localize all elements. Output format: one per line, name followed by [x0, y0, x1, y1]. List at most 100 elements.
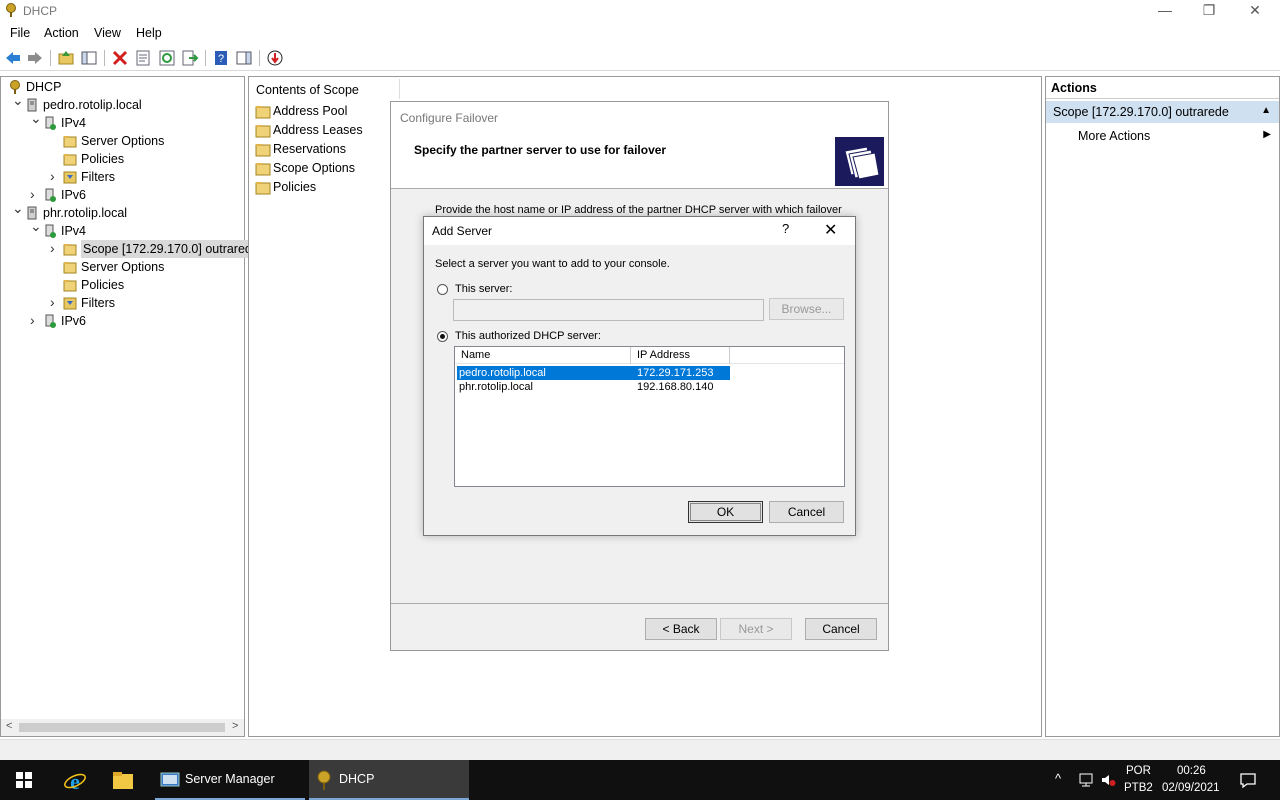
tree-item[interactable]: › IPv6 — [1, 186, 241, 204]
expand-chevron-icon[interactable]: › — [30, 185, 42, 203]
scope-content-item[interactable]: Address Leases — [255, 121, 395, 139]
scroll-left-icon[interactable]: < — [6, 720, 12, 732]
toolbar-separator — [104, 50, 105, 66]
tree-item-label: IPv4 — [61, 116, 87, 130]
back-arrow-icon[interactable] — [4, 49, 22, 67]
scroll-right-icon[interactable]: > — [232, 720, 238, 732]
column-name[interactable]: Name — [461, 349, 490, 361]
tree-item-label: Policies — [81, 152, 125, 166]
authorized-server-radio[interactable] — [437, 331, 448, 342]
tree-item[interactable]: › Scope [172.29.170.0] outrarede — [1, 239, 261, 258]
actions-pane: Actions Scope [172.29.170.0] outrarede ▲… — [1045, 76, 1280, 737]
tree-item-label: IPv4 — [61, 224, 87, 238]
filter-icon — [63, 297, 77, 310]
column-separator[interactable] — [630, 347, 631, 364]
delete-icon[interactable] — [111, 49, 129, 67]
close-button[interactable]: ✕ — [1232, 0, 1278, 22]
scope-content-item[interactable]: Policies — [255, 178, 395, 196]
taskbar-item[interactable]: Server Manager — [155, 760, 305, 800]
restore-button[interactable]: ❐ — [1186, 0, 1232, 22]
taskbar-item[interactable]: DHCP — [309, 760, 469, 800]
scope-content-item[interactable]: Scope Options — [255, 159, 395, 177]
tree-item-label: pedro.rotolip.local — [43, 98, 142, 112]
collapse-triangle-icon[interactable]: ▲ — [1261, 105, 1271, 116]
toolbar-separator — [259, 50, 260, 66]
notifications-icon[interactable] — [1239, 771, 1257, 789]
column-separator[interactable] — [729, 347, 730, 364]
server-ip-cell: 172.29.171.253 — [637, 367, 714, 379]
expand-chevron-icon[interactable]: › — [50, 293, 62, 311]
column-ip-address[interactable]: IP Address — [637, 349, 690, 361]
up-folder-icon[interactable] — [57, 49, 75, 67]
this-server-radio[interactable] — [437, 284, 448, 295]
internet-explorer-icon[interactable]: e — [63, 769, 87, 793]
refresh-icon[interactable] — [158, 49, 176, 67]
back-button[interactable]: < Back — [645, 618, 717, 640]
ok-button[interactable]: OK — [688, 501, 763, 523]
scroll-thumb[interactable] — [19, 723, 225, 732]
tree-item[interactable]: Policies — [1, 276, 241, 294]
expand-chevron-icon[interactable]: › — [50, 239, 62, 257]
windows-start-icon[interactable] — [16, 772, 32, 788]
expand-chevron-icon[interactable]: › — [30, 311, 42, 329]
collapse-chevron-icon[interactable]: ⌄ — [12, 199, 24, 217]
tree-item[interactable]: ⌄ IPv4 — [1, 218, 241, 240]
wizard-cancel-button[interactable]: Cancel — [805, 618, 877, 640]
tree-item[interactable]: › IPv6 — [1, 312, 241, 330]
next-button[interactable]: Next > — [720, 618, 792, 640]
tree-item[interactable]: DHCP — [1, 78, 241, 96]
tree-item[interactable]: › Filters — [1, 168, 241, 186]
dialog-cancel-button[interactable]: Cancel — [769, 501, 844, 523]
browse-button[interactable]: Browse... — [769, 298, 844, 320]
folder-icon — [255, 125, 271, 138]
status-bar — [0, 739, 1280, 760]
tree-item[interactable]: Policies — [1, 150, 241, 168]
network-icon[interactable] — [1078, 772, 1094, 788]
file-explorer-icon[interactable] — [112, 770, 134, 790]
collapse-chevron-icon[interactable]: ⌄ — [30, 217, 42, 235]
tree-item-label: Filters — [81, 170, 116, 184]
tree-item[interactable]: › Filters — [1, 294, 241, 312]
scope-content-item[interactable]: Reservations — [255, 140, 395, 158]
chevron-up-icon[interactable]: ^ — [1055, 771, 1061, 786]
keyboard-layout-indicator[interactable]: PTB2 — [1124, 782, 1153, 794]
clock-time[interactable]: 00:26 — [1177, 765, 1206, 777]
language-indicator[interactable]: POR — [1126, 765, 1151, 777]
tree-item[interactable]: Server Options — [1, 258, 241, 276]
properties-icon[interactable] — [134, 49, 152, 67]
horizontal-scrollbar[interactable]: < > — [1, 719, 244, 736]
more-actions-item[interactable]: More Actions — [1078, 129, 1150, 143]
tree-item[interactable]: Server Options — [1, 132, 241, 150]
actions-section-scope[interactable]: Scope [172.29.170.0] outrarede ▲ — [1046, 101, 1279, 123]
menu-help[interactable]: Help — [136, 26, 162, 40]
server-list-row[interactable]: phr.rotolip.local 192.168.80.140 — [457, 380, 842, 394]
clock-date[interactable]: 02/09/2021 — [1162, 782, 1220, 794]
scope-content-item[interactable]: Address Pool — [255, 102, 395, 120]
menu-file[interactable]: File — [10, 26, 30, 40]
help-question-icon[interactable]: ? — [782, 221, 789, 236]
actions-header: Actions — [1046, 77, 1279, 99]
folder-icon — [255, 163, 271, 176]
show-hide-tree-icon[interactable] — [80, 49, 98, 67]
tree-item[interactable]: ⌄ IPv4 — [1, 110, 241, 132]
folder-options-icon — [63, 136, 77, 148]
volume-muted-icon[interactable] — [1100, 772, 1116, 788]
help-icon[interactable]: ? — [212, 49, 230, 67]
dhcp-icon — [6, 3, 16, 17]
server-name-input[interactable] — [453, 299, 764, 321]
menu-action[interactable]: Action — [44, 26, 79, 40]
export-icon[interactable] — [181, 49, 199, 67]
server-list-row[interactable]: pedro.rotolip.local 172.29.171.253 — [457, 366, 730, 380]
collapse-chevron-icon[interactable]: ⌄ — [12, 91, 24, 109]
forward-arrow-icon[interactable] — [26, 49, 44, 67]
title-bar: DHCP — ❐ ✕ — [0, 0, 1280, 22]
collapse-chevron-icon[interactable]: ⌄ — [30, 109, 42, 127]
dialog-close-icon[interactable]: ✕ — [824, 220, 837, 240]
show-hide-action-pane-icon[interactable] — [235, 49, 253, 67]
menu-view[interactable]: View — [94, 26, 121, 40]
minimize-button[interactable]: — — [1142, 0, 1188, 22]
red-arrow-down-icon[interactable] — [266, 49, 284, 67]
expand-chevron-icon[interactable]: › — [50, 167, 62, 185]
server-list[interactable]: Name IP Address pedro.rotolip.local 172.2… — [454, 346, 845, 487]
dhcp-icon — [317, 770, 331, 790]
